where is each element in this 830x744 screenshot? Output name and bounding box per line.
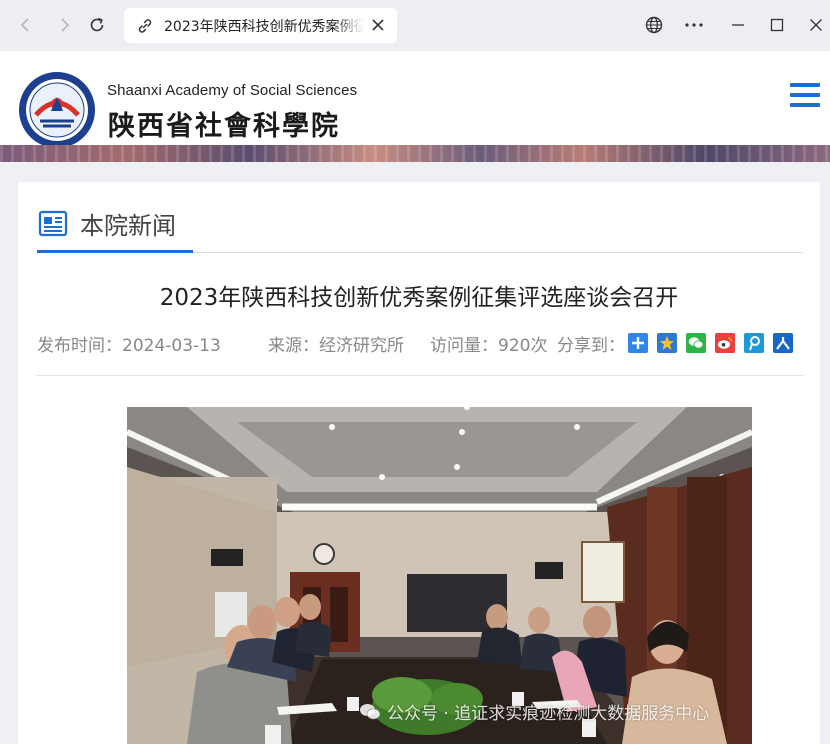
watermark-text: 公众号 · 追证求实痕迹检测大数据服务中心 — [387, 704, 710, 724]
browser-toolbar: 2023年陕西科技创新优秀案例征集评选座谈会召开 — [0, 0, 830, 51]
wechat-watermark: 公众号 · 追证求实痕迹检测大数据服务中心 — [359, 699, 709, 724]
reload-icon — [90, 17, 104, 32]
close-icon — [810, 19, 822, 31]
tab-title: 2023年陕西科技创新优秀案例征集评选座谈会召开 — [164, 18, 364, 35]
close-window-button[interactable] — [804, 13, 828, 37]
section-title-underline — [37, 250, 193, 253]
more-dots-icon — [685, 23, 703, 27]
minimize-icon — [732, 24, 744, 26]
renren-icon[interactable] — [773, 333, 793, 353]
forward-button[interactable] — [52, 12, 78, 38]
meta-divider — [37, 375, 803, 376]
academy-logo-emblem[interactable] — [18, 71, 96, 149]
article-card: 本院新闻 2023年陕西科技创新优秀案例征集评选座谈会召开 发布时间：2024-… — [18, 182, 820, 744]
share-icon-bar — [628, 333, 802, 353]
article-source: 来源：经济研究所 — [268, 336, 404, 356]
site-name-chinese: 陕西省社會科學院 — [108, 111, 340, 142]
publish-date: 发布时间：2024-03-13 — [37, 336, 221, 356]
globe-icon — [645, 16, 663, 34]
maximize-icon — [770, 18, 784, 32]
section-title: 本院新闻 — [80, 212, 176, 240]
plus-share-icon[interactable] — [628, 333, 648, 353]
hamburger-menu-button[interactable] — [790, 83, 820, 111]
newspaper-icon — [38, 210, 68, 237]
back-button[interactable] — [12, 12, 38, 38]
share-label: 分享到： — [557, 336, 625, 356]
article-title: 2023年陕西科技创新优秀案例征集评选座谈会召开 — [159, 285, 679, 311]
tencent-weibo-icon[interactable] — [744, 333, 764, 353]
reload-button[interactable] — [84, 12, 110, 38]
more-button[interactable] — [682, 13, 706, 37]
forward-arrow-icon — [61, 18, 70, 32]
site-header: Shaanxi Academy of Social Sciences 陕西省社會… — [0, 51, 830, 148]
article-photo[interactable]: 公众号 · 追证求实痕迹检测大数据服务中心 — [127, 407, 752, 744]
weibo-icon[interactable] — [715, 333, 735, 353]
maximize-button[interactable] — [765, 13, 789, 37]
close-tab-icon[interactable] — [369, 16, 387, 34]
back-arrow-icon — [20, 18, 29, 32]
site-name-english: Shaanxi Academy of Social Sciences — [107, 82, 358, 99]
browser-tab[interactable]: 2023年陕西科技创新优秀案例征集评选座谈会召开 — [124, 8, 397, 43]
link-icon — [138, 18, 152, 33]
wechat-icon[interactable] — [686, 333, 706, 353]
view-count: 访问量：920次 — [430, 336, 548, 356]
globe-button[interactable] — [642, 13, 666, 37]
header-banner-strip — [0, 145, 830, 162]
wechat-logo-icon — [360, 703, 381, 720]
minimize-button[interactable] — [726, 13, 750, 37]
meeting-room-photo — [127, 407, 752, 744]
qzone-icon[interactable] — [657, 333, 677, 353]
menu-icon — [790, 83, 820, 87]
